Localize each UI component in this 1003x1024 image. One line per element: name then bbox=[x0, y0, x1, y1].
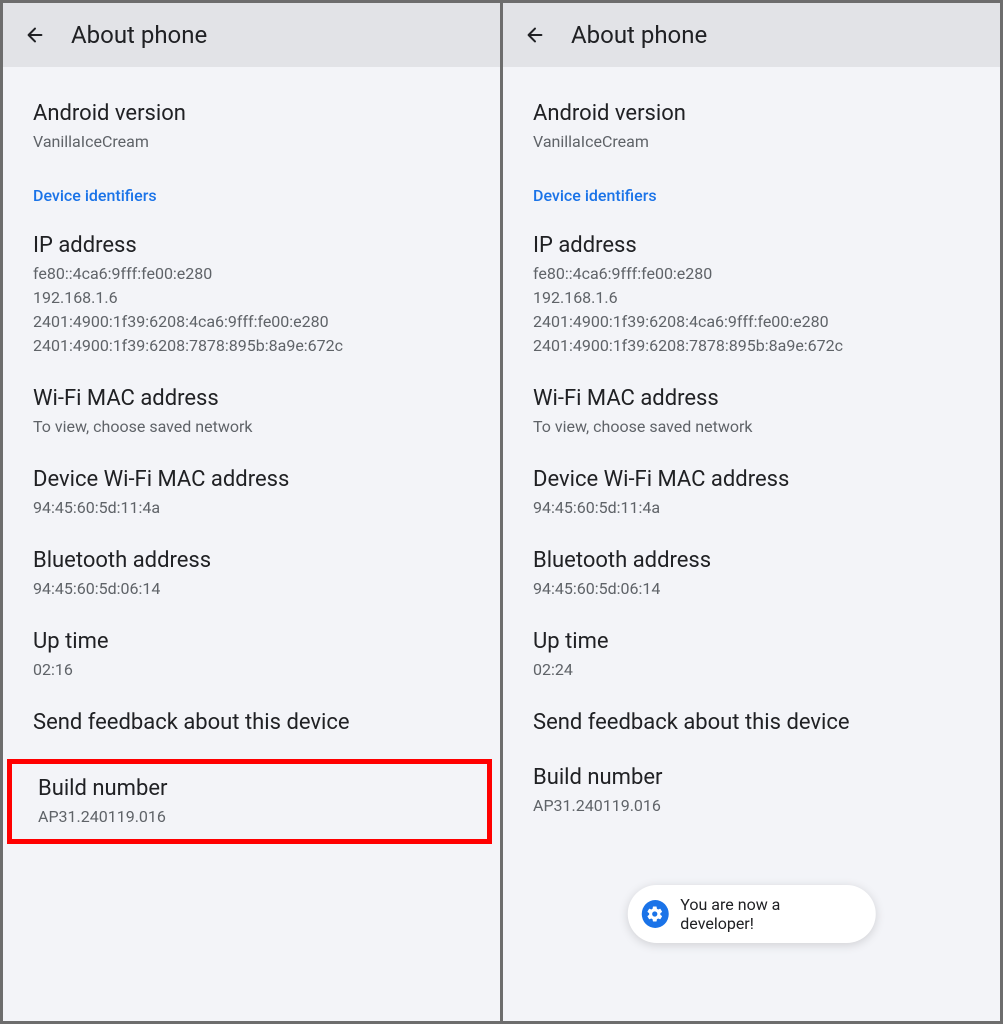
back-button[interactable] bbox=[23, 23, 47, 47]
build-number-label: Build number bbox=[533, 765, 970, 790]
feedback-label: Send feedback about this device bbox=[533, 710, 970, 735]
uptime-label: Up time bbox=[533, 629, 970, 654]
bluetooth-value: 94:45:60:5d:06:14 bbox=[533, 577, 970, 601]
android-version-value: VanillaIceCream bbox=[33, 130, 470, 154]
page-title: About phone bbox=[571, 21, 707, 49]
bluetooth-label: Bluetooth address bbox=[533, 548, 970, 573]
bluetooth-value: 94:45:60:5d:06:14 bbox=[33, 577, 470, 601]
android-version-value: VanillaIceCream bbox=[533, 130, 970, 154]
feedback-item[interactable]: Send feedback about this device bbox=[3, 696, 500, 753]
ip-address-item[interactable]: IP address fe80::4ca6:9fff:fe00:e280 192… bbox=[503, 219, 1000, 372]
build-number-value: AP31.240119.016 bbox=[533, 794, 970, 818]
build-number-label: Build number bbox=[38, 776, 461, 801]
device-wifi-mac-label: Device Wi-Fi MAC address bbox=[533, 467, 970, 492]
back-button[interactable] bbox=[523, 23, 547, 47]
bluetooth-item[interactable]: Bluetooth address 94:45:60:5d:06:14 bbox=[3, 534, 500, 615]
header-bar: About phone bbox=[503, 3, 1000, 67]
ip-address-value: fe80::4ca6:9fff:fe00:e280 192.168.1.6 24… bbox=[533, 262, 970, 358]
uptime-item[interactable]: Up time 02:16 bbox=[3, 615, 500, 696]
build-number-item[interactable]: Build number AP31.240119.016 bbox=[503, 753, 1000, 828]
device-wifi-mac-item[interactable]: Device Wi-Fi MAC address 94:45:60:5d:11:… bbox=[503, 453, 1000, 534]
bluetooth-label: Bluetooth address bbox=[33, 548, 470, 573]
content-area: Android version VanillaIceCream Device i… bbox=[503, 67, 1000, 1021]
wifi-mac-value: To view, choose saved network bbox=[33, 415, 470, 439]
wifi-mac-label: Wi-Fi MAC address bbox=[533, 386, 970, 411]
wifi-mac-value: To view, choose saved network bbox=[533, 415, 970, 439]
device-identifiers-header: Device identifiers bbox=[3, 168, 500, 219]
ip-address-label: IP address bbox=[33, 233, 470, 258]
feedback-label: Send feedback about this device bbox=[33, 710, 470, 735]
arrow-left-icon bbox=[24, 24, 46, 46]
left-panel: About phone Android version VanillaIceCr… bbox=[3, 3, 500, 1021]
device-wifi-mac-value: 94:45:60:5d:11:4a bbox=[33, 496, 470, 520]
ip-address-label: IP address bbox=[533, 233, 970, 258]
arrow-left-icon bbox=[524, 24, 546, 46]
device-wifi-mac-label: Device Wi-Fi MAC address bbox=[33, 467, 470, 492]
ip-address-item[interactable]: IP address fe80::4ca6:9fff:fe00:e280 192… bbox=[3, 219, 500, 372]
device-identifiers-header: Device identifiers bbox=[503, 168, 1000, 219]
device-wifi-mac-item[interactable]: Device Wi-Fi MAC address 94:45:60:5d:11:… bbox=[3, 453, 500, 534]
uptime-value: 02:16 bbox=[33, 658, 470, 682]
ip-address-value: fe80::4ca6:9fff:fe00:e280 192.168.1.6 24… bbox=[33, 262, 470, 358]
page-title: About phone bbox=[71, 21, 207, 49]
wifi-mac-item[interactable]: Wi-Fi MAC address To view, choose saved … bbox=[3, 372, 500, 453]
build-number-item[interactable]: Build number AP31.240119.016 bbox=[7, 759, 492, 844]
android-version-label: Android version bbox=[33, 101, 470, 126]
gear-icon bbox=[641, 900, 668, 928]
uptime-label: Up time bbox=[33, 629, 470, 654]
android-version-item[interactable]: Android version VanillaIceCream bbox=[503, 87, 1000, 168]
wifi-mac-item[interactable]: Wi-Fi MAC address To view, choose saved … bbox=[503, 372, 1000, 453]
content-area: Android version VanillaIceCream Device i… bbox=[3, 67, 500, 1021]
android-version-item[interactable]: Android version VanillaIceCream bbox=[3, 87, 500, 168]
build-number-value: AP31.240119.016 bbox=[38, 805, 461, 829]
right-panel: About phone Android version VanillaIceCr… bbox=[503, 3, 1000, 1021]
developer-toast: You are now a developer! bbox=[627, 885, 876, 943]
bluetooth-item[interactable]: Bluetooth address 94:45:60:5d:06:14 bbox=[503, 534, 1000, 615]
device-wifi-mac-value: 94:45:60:5d:11:4a bbox=[533, 496, 970, 520]
feedback-item[interactable]: Send feedback about this device bbox=[503, 696, 1000, 753]
uptime-value: 02:24 bbox=[533, 658, 970, 682]
android-version-label: Android version bbox=[533, 101, 970, 126]
wifi-mac-label: Wi-Fi MAC address bbox=[33, 386, 470, 411]
uptime-item[interactable]: Up time 02:24 bbox=[503, 615, 1000, 696]
toast-message: You are now a developer! bbox=[680, 895, 851, 933]
header-bar: About phone bbox=[3, 3, 500, 67]
